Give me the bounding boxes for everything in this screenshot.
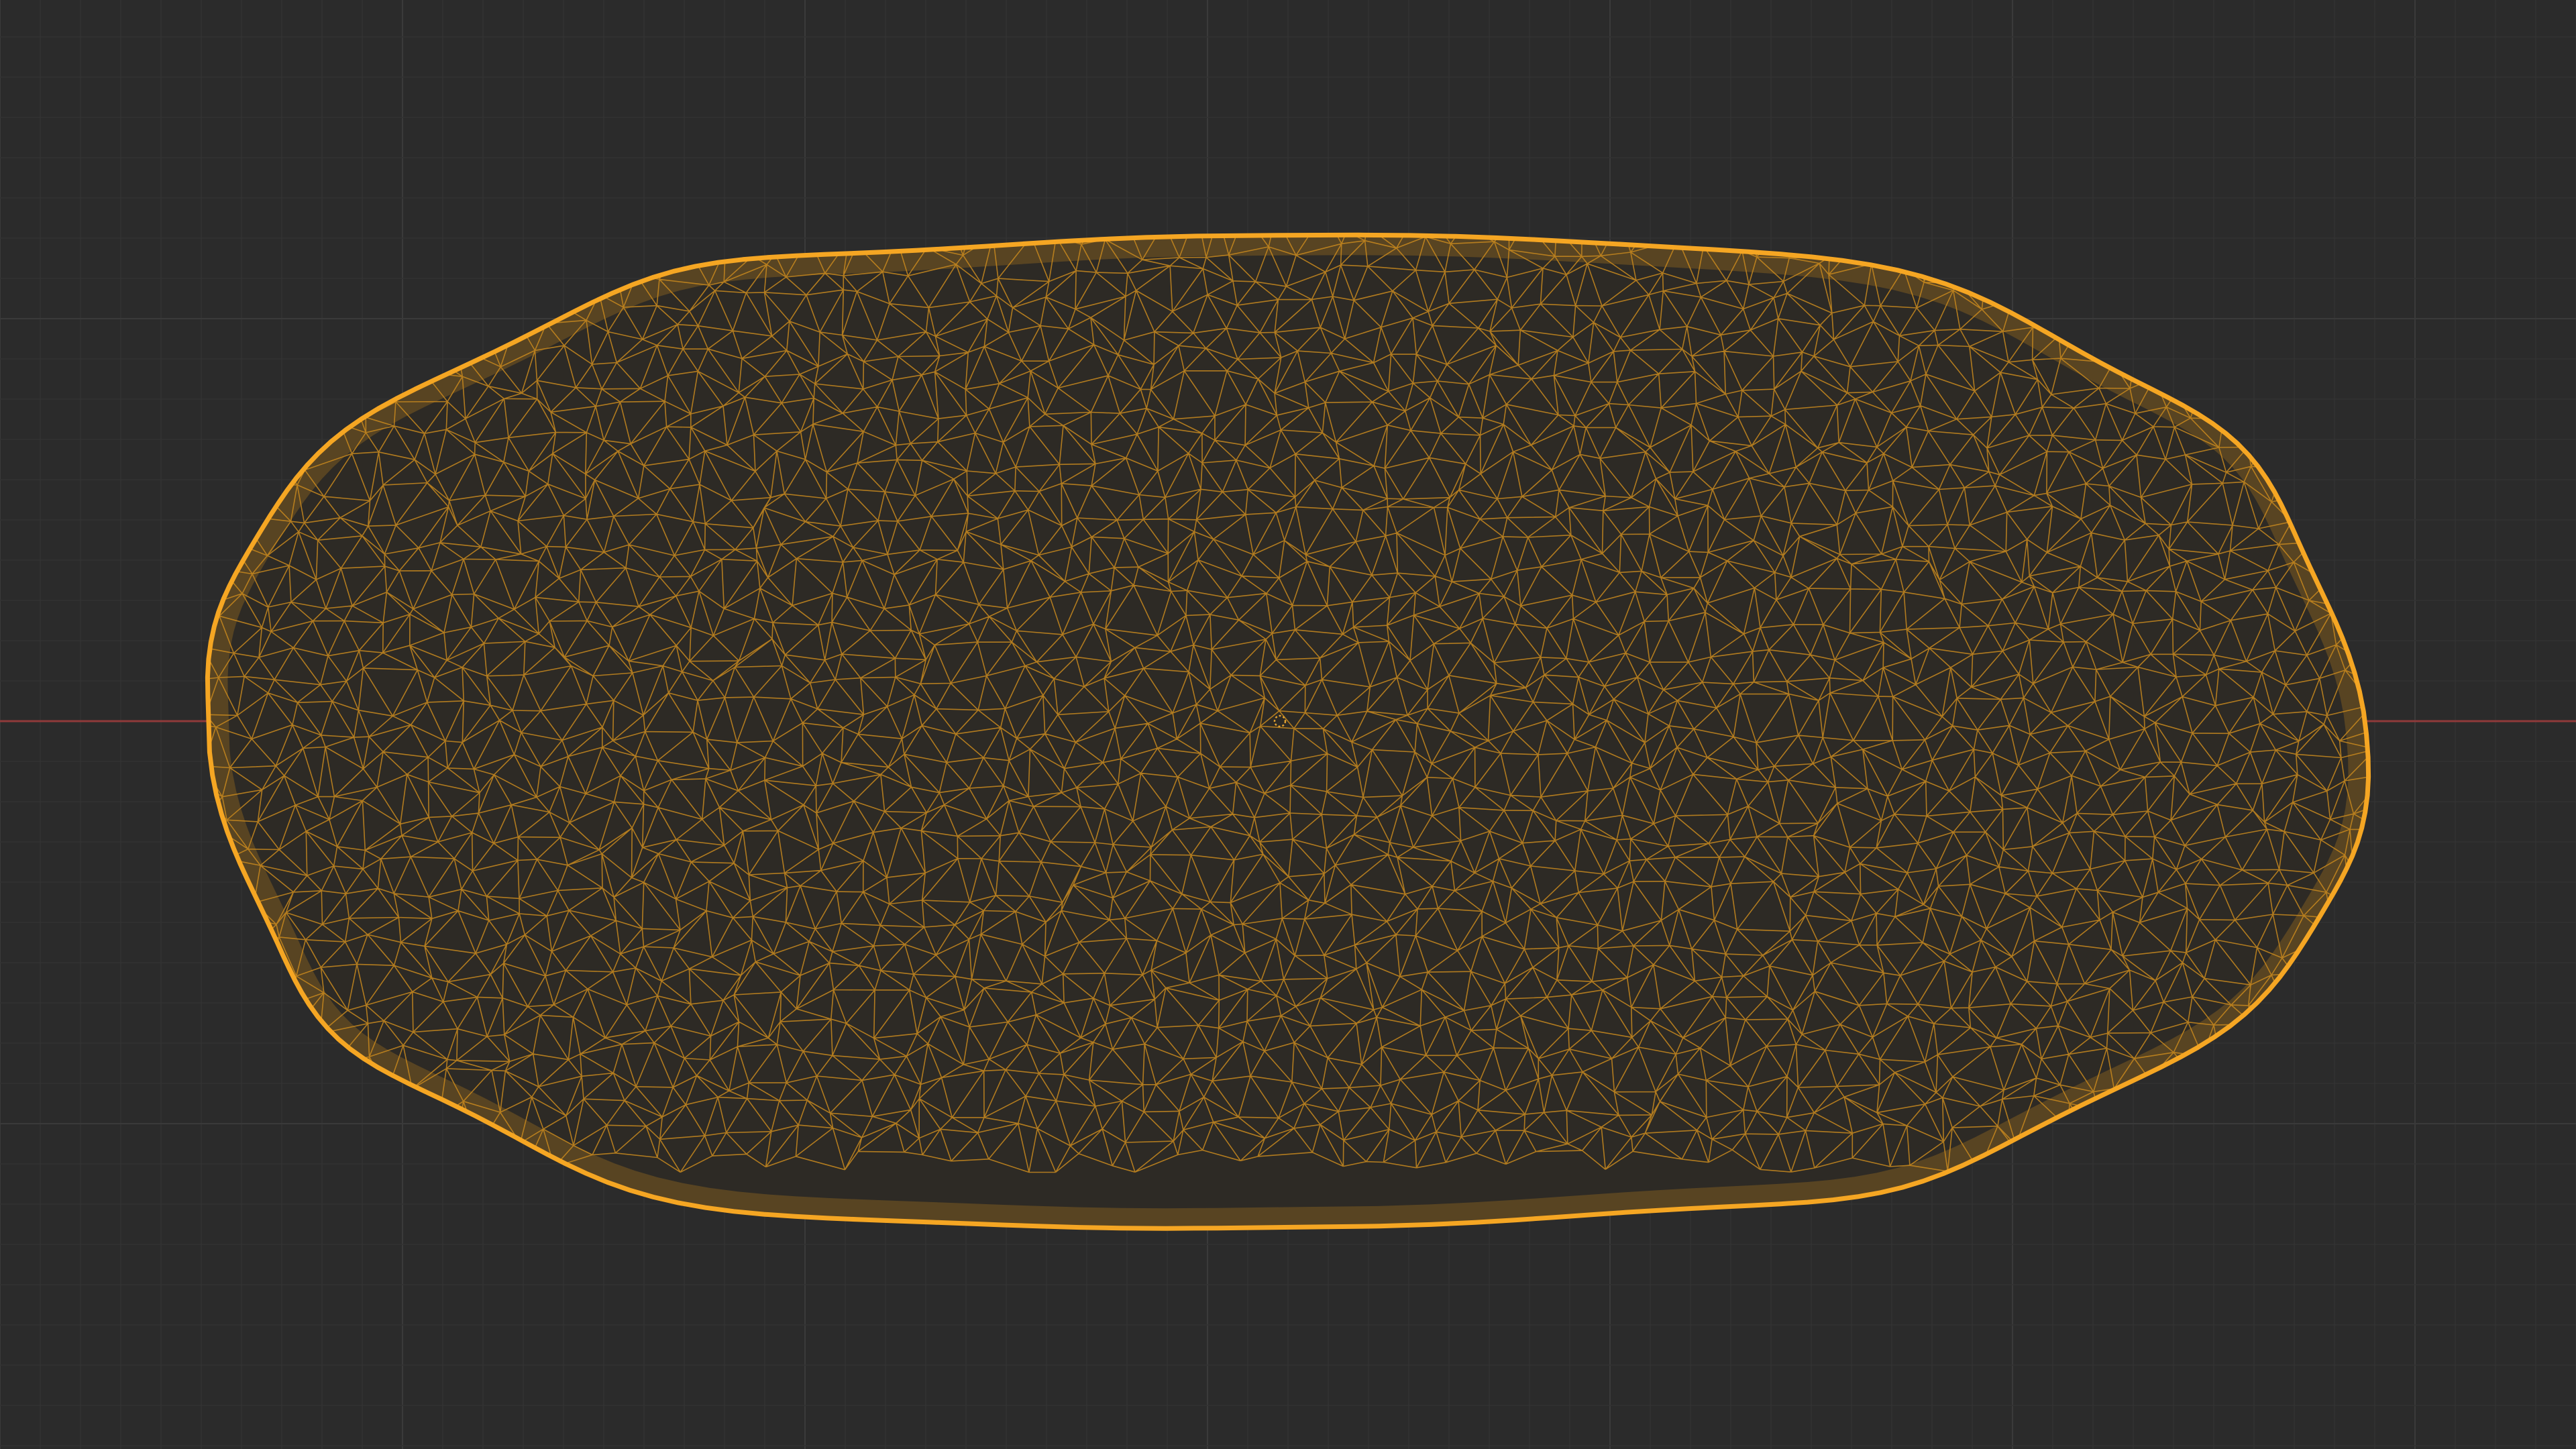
viewport-canvas[interactable] [0, 0, 2576, 1449]
mesh-silhouette [207, 235, 2369, 1229]
3d-viewport[interactable] [0, 0, 2576, 1449]
